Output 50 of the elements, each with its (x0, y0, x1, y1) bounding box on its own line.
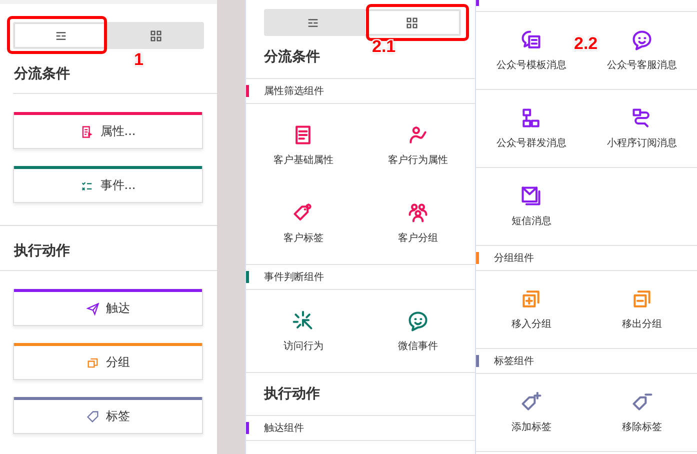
component-tile[interactable]: 微信事件 (360, 292, 475, 370)
component-tile[interactable]: 小程序订阅消息 (606, 90, 677, 167)
people-icon (406, 202, 429, 224)
component-tile[interactable]: 客户分组 (360, 184, 475, 262)
click-icon (292, 310, 314, 332)
callout-number: 2.2 (574, 34, 598, 54)
component-tile[interactable]: 移出分组 (622, 271, 662, 348)
component-tile[interactable]: 添加标签 (511, 374, 552, 451)
component-tile[interactable]: 客户标签 (246, 184, 360, 262)
grid-icon (404, 14, 420, 30)
tag-pair-icon (292, 202, 314, 224)
group-remove-icon (630, 288, 653, 310)
component-tile[interactable]: 客户基础属性 (246, 106, 360, 184)
group-add-icon (520, 288, 542, 310)
component-tile[interactable]: 公众号群发消息 (496, 90, 566, 167)
group-title: 属性筛选组件 (264, 84, 324, 98)
section-title: 执行动作 (0, 225, 217, 271)
group-title: 触达组件 (264, 422, 304, 435)
component-tile[interactable]: 公众号客服消息 (606, 12, 677, 89)
grid-icon (148, 28, 164, 44)
component-card[interactable]: 属性... (13, 112, 203, 149)
tag-icon (86, 410, 100, 424)
component-tile[interactable]: 短信消息 (511, 168, 552, 245)
tag-remove-icon (630, 391, 653, 413)
component-tile[interactable]: 公众号模板消息 (496, 12, 566, 89)
msg-template-icon (520, 29, 542, 51)
callout-number: 2.1 (372, 37, 396, 57)
component-card[interactable]: 标签 (13, 397, 203, 434)
callout-number: 1 (134, 50, 144, 70)
list-view-tab[interactable] (15, 24, 106, 47)
tag-add-icon (520, 391, 542, 413)
grid-view-tab[interactable] (364, 11, 459, 34)
person-route-icon (406, 124, 429, 146)
component-tile[interactable]: 移除标签 (622, 374, 662, 451)
group-title: 标签组件 (494, 354, 534, 368)
component-tile[interactable]: 移入分组 (511, 271, 552, 348)
component-card[interactable]: 分组 (13, 343, 203, 380)
component-tile[interactable]: 客户行为属性 (360, 106, 475, 184)
form-icon (80, 124, 94, 138)
component-card[interactable]: 触达 (13, 289, 203, 326)
group-title: 分组组件 (494, 252, 534, 265)
component-tile[interactable]: 访问行为 (246, 292, 360, 370)
component-card[interactable]: 事件... (13, 166, 203, 203)
send-icon (86, 302, 100, 316)
chat-face-icon (406, 310, 429, 332)
hierarchy-icon (520, 107, 542, 129)
group-icon (86, 356, 100, 370)
group-title: 事件判断组件 (264, 270, 324, 284)
chat-face-icon (630, 29, 653, 51)
mail-icon (520, 185, 542, 207)
